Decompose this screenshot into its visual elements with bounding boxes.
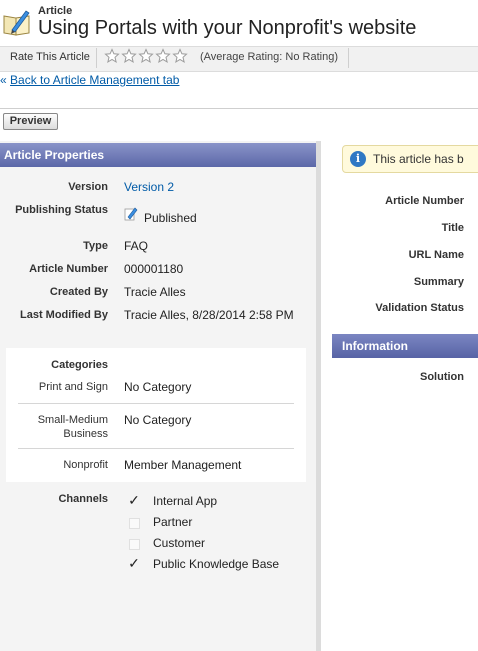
version-label: Version bbox=[68, 181, 108, 193]
preview-button[interactable]: Preview bbox=[3, 113, 58, 130]
type-value: FAQ bbox=[124, 239, 149, 253]
checkmark-icon: ✓ bbox=[128, 555, 140, 571]
article-number-value: 000001180 bbox=[124, 262, 184, 276]
article-kicker: Article bbox=[38, 5, 73, 17]
info-message-text: This article has b bbox=[373, 152, 464, 166]
star-icon[interactable] bbox=[121, 48, 137, 64]
page-title: Using Portals with your Nonprofit's webs… bbox=[38, 17, 417, 39]
back-to-article-management-link[interactable]: « Back to Article Management tab bbox=[0, 73, 179, 87]
panel-divider[interactable] bbox=[316, 141, 321, 651]
checkmark-icon: ✓ bbox=[128, 492, 140, 508]
divider bbox=[96, 48, 97, 68]
last-modified-value: Tracie Alles, 8/28/2014 2:58 PM bbox=[124, 308, 294, 322]
publishing-status-label-text: Publishing Status bbox=[15, 204, 108, 216]
detail-article-number-label: Article Number bbox=[385, 195, 464, 207]
categories-header: Categories bbox=[51, 359, 108, 371]
star-icon[interactable] bbox=[172, 48, 188, 64]
publishing-status-value: Published bbox=[144, 211, 197, 225]
info-icon: i bbox=[350, 151, 366, 167]
divider bbox=[0, 108, 478, 109]
article-book-icon bbox=[2, 8, 32, 38]
detail-solution-label: Solution bbox=[420, 371, 464, 383]
category-value: No Category bbox=[124, 380, 192, 394]
star-icon[interactable] bbox=[155, 48, 171, 64]
category-value: No Category bbox=[124, 413, 192, 427]
channels-label: Channels bbox=[58, 493, 108, 505]
back-chevron: « bbox=[0, 73, 7, 87]
created-by-value: Tracie Alles bbox=[124, 285, 186, 299]
channel-name: Internal App bbox=[153, 494, 218, 508]
detail-validation-status-label: Validation Status bbox=[375, 302, 464, 314]
unchecked-box-icon bbox=[129, 539, 140, 550]
channel-name: Partner bbox=[153, 515, 193, 529]
divider bbox=[348, 48, 349, 68]
divider bbox=[18, 403, 294, 404]
unchecked-box-icon bbox=[129, 518, 140, 529]
rate-article-label: Rate This Article bbox=[10, 51, 90, 63]
detail-title-label: Title bbox=[441, 222, 464, 234]
information-header: Information bbox=[332, 334, 478, 358]
channel-name: Customer bbox=[153, 536, 206, 550]
divider bbox=[18, 448, 294, 449]
publishing-status-label: Publishing Status bbox=[0, 204, 108, 217]
article-number-label: Article Number bbox=[29, 263, 108, 275]
category-label: Nonprofit bbox=[63, 459, 108, 471]
detail-url-name-label: URL Name bbox=[408, 249, 464, 261]
type-label: Type bbox=[83, 240, 108, 252]
average-rating: (Average Rating: No Rating) bbox=[200, 51, 338, 63]
article-properties-header: Article Properties bbox=[0, 143, 316, 167]
star-icon[interactable] bbox=[104, 48, 120, 64]
channel-name: Public Knowledge Base bbox=[153, 557, 280, 571]
star-icon[interactable] bbox=[138, 48, 154, 64]
category-label: Small-Medium Business bbox=[37, 414, 108, 440]
detail-summary-label: Summary bbox=[413, 276, 464, 288]
last-modified-label: Last Modified By bbox=[19, 309, 108, 321]
category-value: Member Management bbox=[124, 458, 242, 472]
rating-stars[interactable] bbox=[104, 48, 188, 66]
created-by-label: Created By bbox=[49, 286, 108, 298]
category-label: Print and Sign bbox=[38, 381, 108, 393]
version-link[interactable]: Version 2 bbox=[124, 180, 174, 194]
back-link-label[interactable]: Back to Article Management tab bbox=[10, 73, 179, 87]
published-pencil-icon bbox=[124, 207, 138, 221]
